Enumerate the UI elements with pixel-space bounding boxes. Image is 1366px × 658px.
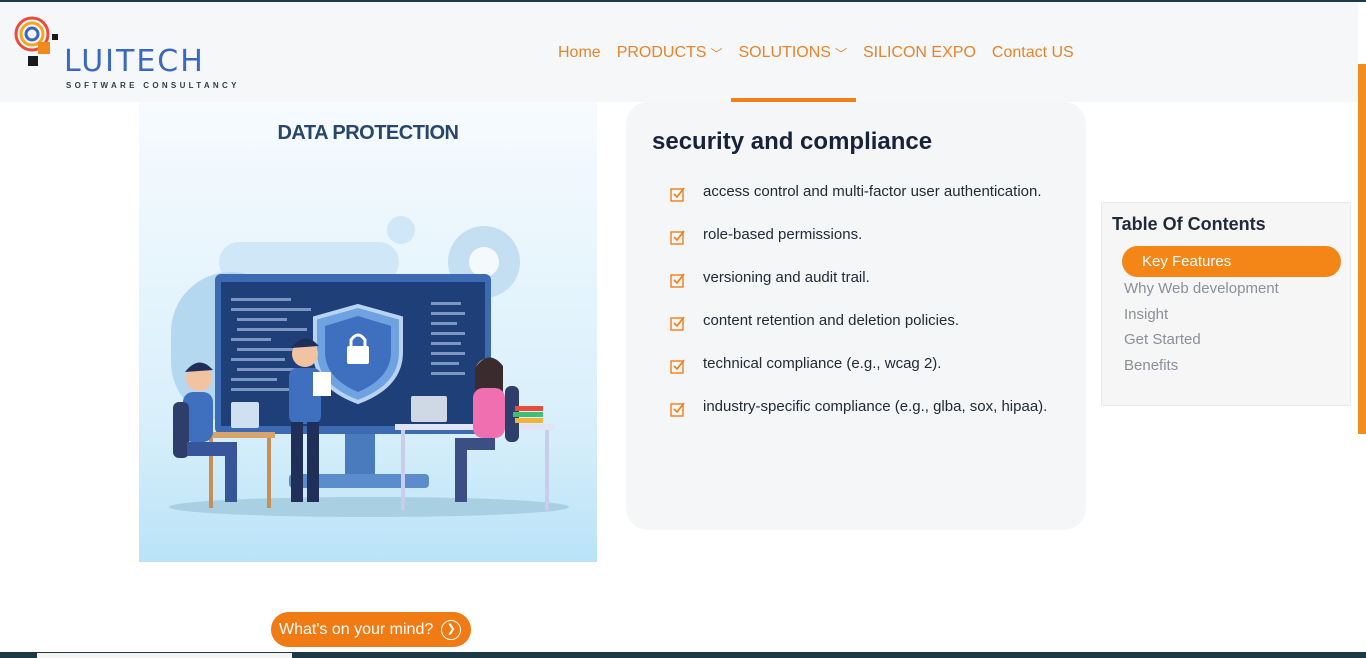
chat-button[interactable]: What's on your mind? ❯ <box>271 612 471 647</box>
list-item: versioning and audit trail. <box>670 268 1050 291</box>
scrollbar[interactable] <box>1358 2 1366 658</box>
list-item: technical compliance (e.g., wcag 2). <box>670 354 1050 377</box>
site-header: LUITECH SOFTWARE CONSULTANCY Home PRODUC… <box>0 2 1358 102</box>
checkbox-checked-icon <box>670 402 685 417</box>
feature-text: technical compliance (e.g., wcag 2). <box>703 355 942 372</box>
toc-item-why-web-development[interactable]: Why Web development <box>1124 280 1279 297</box>
feature-text: role-based permissions. <box>703 226 863 243</box>
feature-text: access control and multi-factor user aut… <box>703 183 1042 200</box>
chevron-down-icon: ﹀ <box>834 46 847 61</box>
nav-products-label: PRODUCTS <box>616 44 707 61</box>
checkbox-checked-icon <box>670 316 685 331</box>
security-compliance-card: security and compliance access control a… <box>626 102 1086 530</box>
table-of-contents: Table Of Contents Key Features Why Web d… <box>1101 202 1351 406</box>
logo-subtitle: SOFTWARE CONSULTANCY <box>66 81 240 90</box>
toc-item-insight[interactable]: Insight <box>1124 306 1168 323</box>
section-title: security and compliance <box>652 128 933 155</box>
nav-products[interactable]: PRODUCTS ﹀ <box>617 44 723 62</box>
logo-mark-icon <box>14 16 58 66</box>
checkbox-checked-icon <box>670 230 685 245</box>
nav-contact[interactable]: Contact US <box>992 44 1074 62</box>
chevron-down-icon: ﹀ <box>710 46 723 61</box>
checkbox-checked-icon <box>670 187 685 202</box>
list-item: content retention and deletion policies. <box>670 311 1050 334</box>
chevron-right-icon: ❯ <box>441 619 462 640</box>
checkbox-checked-icon <box>670 359 685 374</box>
nav-contact-label: Contact US <box>991 44 1074 61</box>
feature-text: versioning and audit trail. <box>703 269 870 286</box>
main-nav: Home PRODUCTS ﹀ SOLUTIONS ﹀ SILICON EXPO… <box>558 44 1074 62</box>
toc-title: Table Of Contents <box>1112 214 1266 234</box>
toc-item-key-features[interactable]: Key Features <box>1122 246 1341 277</box>
scrollbar-thumb[interactable] <box>1358 64 1366 434</box>
feature-text: industry-specific compliance (e.g., glba… <box>703 398 1048 415</box>
list-item: access control and multi-factor user aut… <box>670 182 1050 205</box>
nav-home[interactable]: Home <box>558 44 601 62</box>
logo-text: LUITECH <box>64 44 205 79</box>
toc-item-benefits[interactable]: Benefits <box>1124 357 1178 374</box>
data-protection-illustration: DATA PROTECTION <box>139 102 597 562</box>
checkbox-checked-icon <box>670 273 685 288</box>
nav-home-label: Home <box>558 44 601 61</box>
nav-silicon-expo[interactable]: SILICON EXPO <box>863 44 976 62</box>
list-item: role-based permissions. <box>670 225 1050 248</box>
nav-silicon-expo-label: SILICON EXPO <box>862 44 976 61</box>
nav-solutions[interactable]: SOLUTIONS ﹀ <box>738 44 846 62</box>
feature-list: access control and multi-factor user aut… <box>670 182 1050 440</box>
nav-solutions-label: SOLUTIONS <box>738 44 831 61</box>
feature-text: content retention and deletion policies. <box>703 312 960 329</box>
data-protection-art <box>169 216 569 517</box>
list-item: industry-specific compliance (e.g., glba… <box>670 397 1050 420</box>
footer-strip <box>37 653 292 658</box>
logo[interactable]: LUITECH SOFTWARE CONSULTANCY <box>12 16 262 92</box>
chat-button-label: What's on your mind? <box>279 621 434 638</box>
toc-item-get-started[interactable]: Get Started <box>1124 331 1201 348</box>
